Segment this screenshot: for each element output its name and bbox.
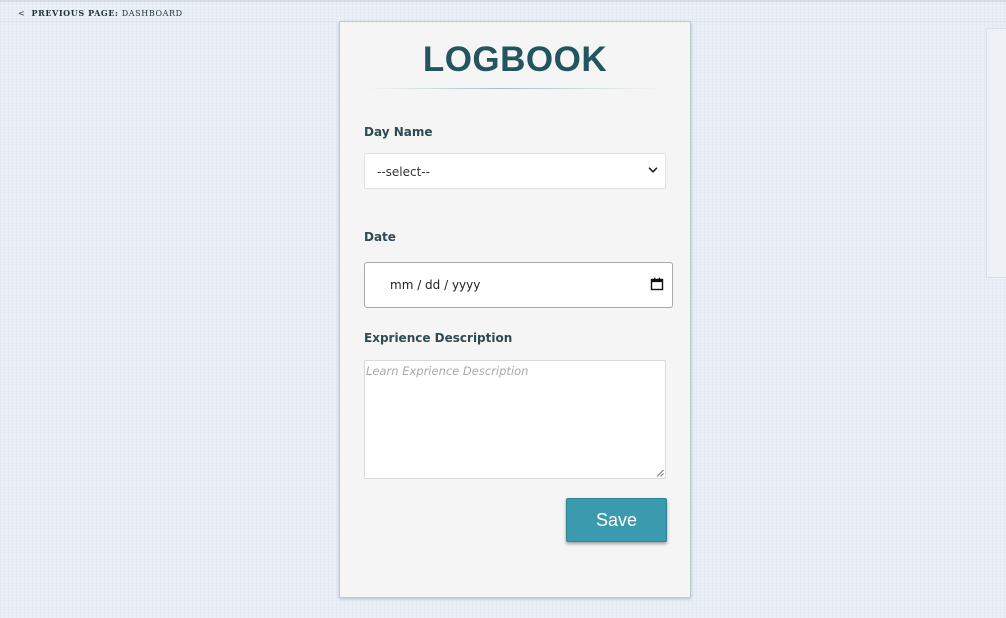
date-value: mm / dd / yyyy bbox=[390, 278, 481, 292]
breadcrumb-page: DASHBOARD bbox=[121, 9, 183, 18]
date-input[interactable]: mm / dd / yyyy bbox=[364, 262, 673, 308]
back-arrow-icon: < bbox=[18, 9, 26, 18]
side-panel bbox=[986, 28, 1006, 278]
breadcrumb-prefix: PREVIOUS PAGE: bbox=[31, 8, 119, 18]
previous-page-link[interactable]: < PREVIOUS PAGE: DASHBOARD bbox=[18, 8, 183, 18]
day-name-label: Day Name bbox=[364, 125, 433, 139]
title-divider bbox=[366, 88, 664, 89]
resize-grip-icon[interactable] bbox=[655, 468, 664, 477]
save-button[interactable]: Save bbox=[566, 498, 667, 542]
date-label: Date bbox=[364, 230, 396, 244]
day-name-select[interactable]: --select-- bbox=[364, 153, 666, 189]
description-placeholder: Learn Exprience Description bbox=[366, 364, 529, 378]
breadcrumb-bar: < PREVIOUS PAGE: DASHBOARD bbox=[0, 2, 1006, 22]
logbook-card: LOGBOOK Day Name --select-- Date mm / dd… bbox=[339, 21, 691, 598]
description-label: Exprience Description bbox=[364, 331, 513, 345]
page-title: LOGBOOK bbox=[422, 40, 608, 79]
calendar-icon[interactable] bbox=[650, 277, 664, 291]
description-textarea[interactable]: Learn Exprience Description bbox=[364, 360, 666, 479]
chevron-down-icon bbox=[648, 167, 658, 173]
day-name-selected-value: --select-- bbox=[377, 165, 430, 179]
